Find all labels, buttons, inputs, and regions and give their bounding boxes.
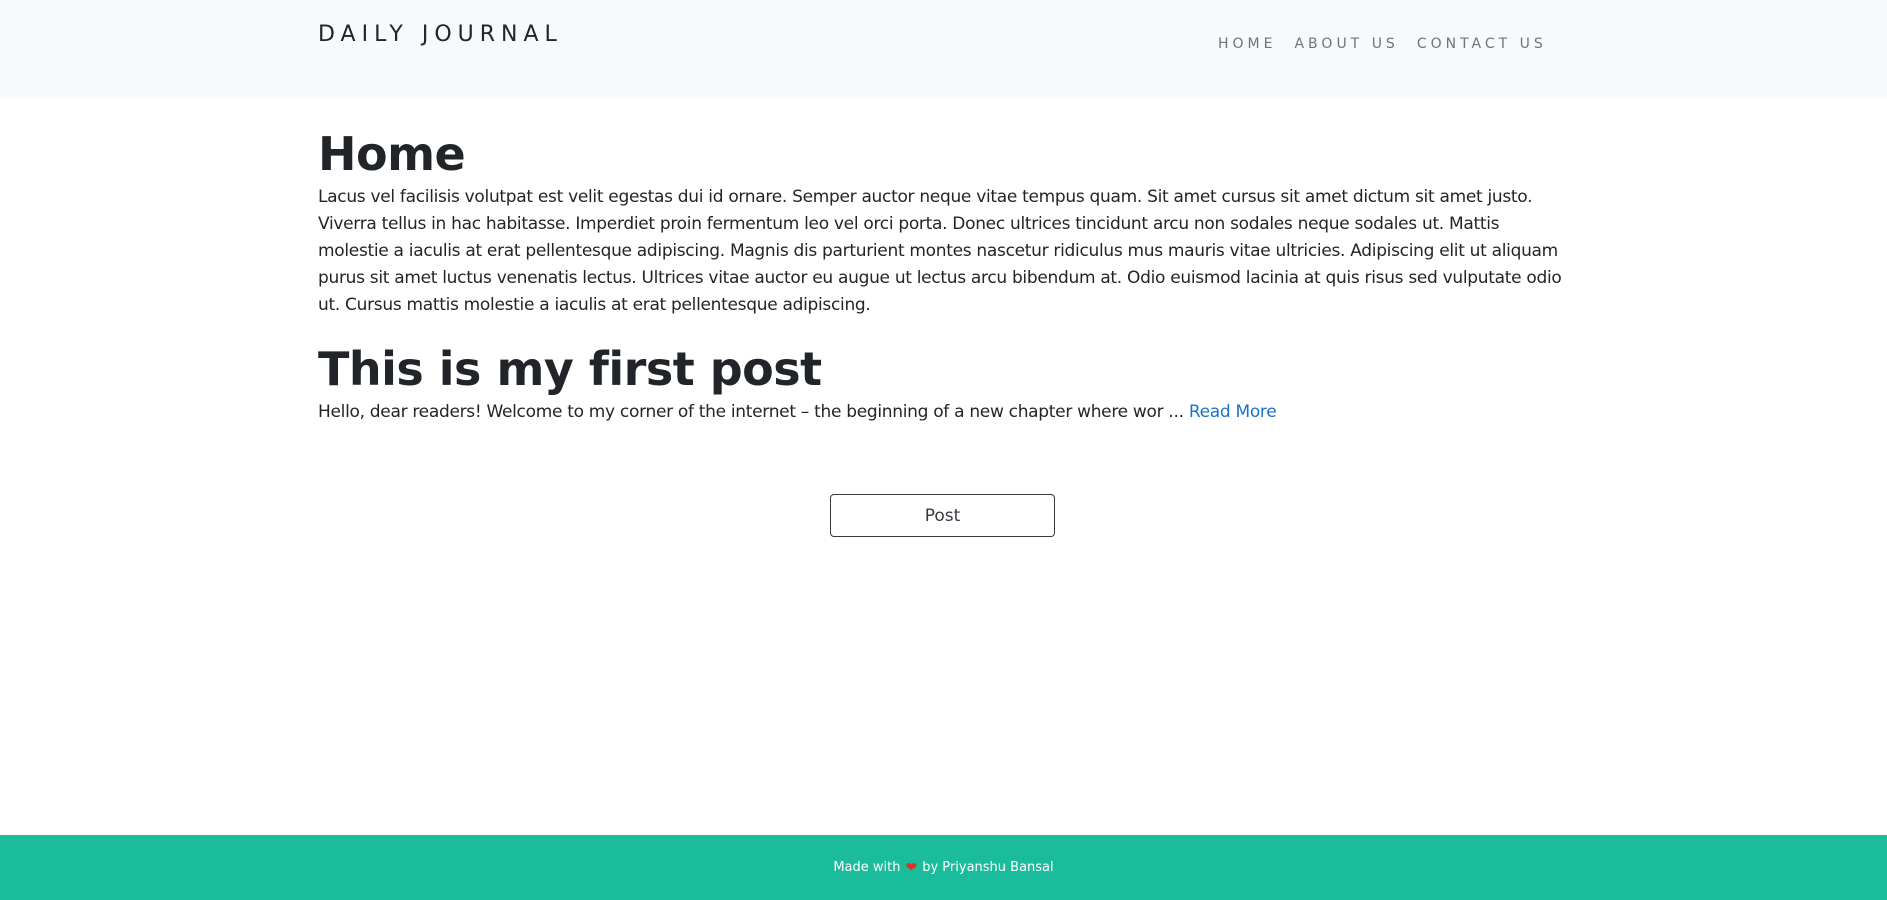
nav-menu: HOME ABOUT US CONTACT US	[1218, 36, 1547, 52]
footer-author: by Priyanshu Bansal	[922, 860, 1054, 875]
post-excerpt-text: Hello, dear readers! Welcome to my corne…	[318, 402, 1184, 422]
post-excerpt: Hello, dear readers! Welcome to my corne…	[318, 399, 1568, 426]
brand-logo[interactable]: DAILY JOURNAL	[318, 22, 563, 47]
nav-home[interactable]: HOME	[1218, 36, 1276, 52]
read-more-link[interactable]: Read More	[1189, 402, 1277, 422]
home-body-text: Lacus vel facilisis volutpat est velit e…	[318, 187, 1562, 315]
footer-made-with: Made with	[833, 860, 901, 875]
post-button[interactable]: Post	[830, 494, 1055, 537]
main-content: Home Lacus vel facilisis volutpat est ve…	[318, 126, 1568, 426]
heart-icon: ❤	[905, 859, 918, 876]
page-title: Home	[318, 127, 466, 181]
post-item: This is my first post Hello, dear reader…	[318, 341, 1568, 426]
footer: Made with ❤ by Priyanshu Bansal	[0, 835, 1887, 900]
nav-about-us[interactable]: ABOUT US	[1294, 36, 1398, 52]
navbar: DAILY JOURNAL HOME ABOUT US CONTACT US	[0, 0, 1887, 98]
nav-contact-us[interactable]: CONTACT US	[1417, 36, 1547, 52]
post-title: This is my first post	[318, 342, 822, 396]
